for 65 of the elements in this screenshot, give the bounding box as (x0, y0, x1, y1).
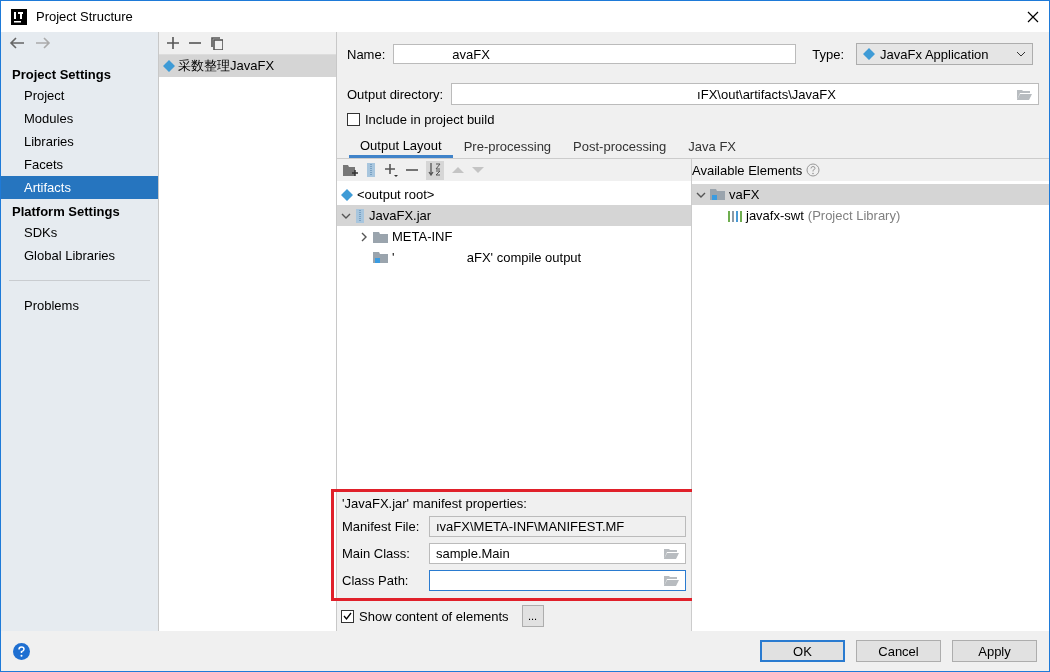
sort-icon (428, 161, 442, 176)
checkbox[interactable] (347, 112, 360, 126)
field-label: Output directory: (347, 86, 444, 102)
type-dropdown[interactable]: JavaFx Application (856, 43, 1034, 65)
sidebar-item[interactable]: Libraries (1, 130, 158, 153)
field-label: Main Class: (342, 546, 411, 561)
window-title: Project Structure (36, 9, 134, 24)
tree-row[interactable]: ' aFX' compile output (337, 247, 691, 268)
dialog-button[interactable]: Apply (952, 640, 1037, 662)
diamond-icon (163, 60, 175, 72)
checkbox-label: Show content of elements (359, 608, 509, 624)
tree-row[interactable]: JavaFX.jar (337, 205, 691, 226)
diamond-icon (341, 188, 353, 201)
panel-title: Available Elements (692, 162, 803, 178)
field-label: Manifest File: (342, 519, 421, 534)
new-folder-icon[interactable] (343, 164, 358, 176)
sidebar-heading: Project Settings (11, 66, 112, 84)
sidebar-item[interactable]: Problems (1, 294, 158, 317)
field-label: Type: (812, 46, 845, 62)
tree-row[interactable]: META-INF (337, 226, 691, 247)
sidebar-item[interactable]: Facets (1, 153, 158, 176)
sort-button[interactable] (426, 160, 444, 180)
sidebar-item[interactable]: Modules (1, 107, 158, 130)
tab[interactable]: Pre-processing (452, 136, 563, 158)
tree-row[interactable]: javafx-swt (Project Library) (692, 205, 1049, 226)
tab[interactable]: Output Layout (349, 136, 453, 158)
sidebar-item[interactable]: Artifacts (1, 176, 158, 199)
close-icon[interactable] (1027, 10, 1039, 23)
app-logo-icon (11, 8, 27, 25)
sidebar-item[interactable]: Global Libraries (1, 244, 158, 267)
folder-icon (710, 188, 725, 201)
text-field[interactable]: sample.Main (429, 543, 686, 564)
field-label: Name: (347, 46, 386, 62)
add-icon[interactable] (167, 37, 179, 49)
sidebar-item[interactable]: SDKs (1, 221, 158, 244)
check-icon (343, 611, 352, 621)
diamond-icon (863, 48, 876, 60)
text-field[interactable]: ıvaFX\META-INF\MANIFEST.MF (429, 516, 686, 537)
tree-row[interactable]: vaFX (692, 184, 1049, 205)
archive-icon (355, 208, 365, 223)
name-field[interactable]: avaFX (393, 44, 797, 64)
text-field[interactable] (429, 570, 686, 591)
field-label: Class Path: (342, 573, 410, 588)
more-button[interactable]: ... (521, 605, 544, 627)
folder-icon (373, 230, 388, 243)
tab[interactable]: Post-processing (562, 136, 678, 158)
copy-icon[interactable] (211, 36, 223, 50)
tree-row[interactable]: <output root> (337, 184, 691, 205)
library-icon (728, 209, 742, 222)
back-arrow-icon[interactable] (9, 36, 25, 50)
dialog-button[interactable]: OK (760, 640, 845, 662)
caret-icon (1016, 51, 1027, 57)
folder-icon (373, 251, 388, 264)
checkbox[interactable] (341, 609, 354, 623)
section-title: 'JavaFX.jar' manifest properties: (342, 496, 528, 511)
chevron-right-icon[interactable] (359, 231, 369, 242)
checkbox-label: Include in project build (365, 111, 495, 127)
tab[interactable]: Java FX (677, 136, 747, 158)
sidebar-heading: Platform Settings (11, 203, 121, 221)
sidebar-item[interactable]: Project (1, 84, 158, 107)
artifact-item[interactable]: 采数整理JavaFX (159, 55, 336, 77)
dialog-button[interactable]: Cancel (856, 640, 941, 662)
help-icon[interactable] (13, 642, 30, 660)
output-directory-field[interactable]: ıFX\out\artifacts\JavaFX (451, 83, 1039, 105)
add-icon[interactable] (384, 163, 398, 177)
